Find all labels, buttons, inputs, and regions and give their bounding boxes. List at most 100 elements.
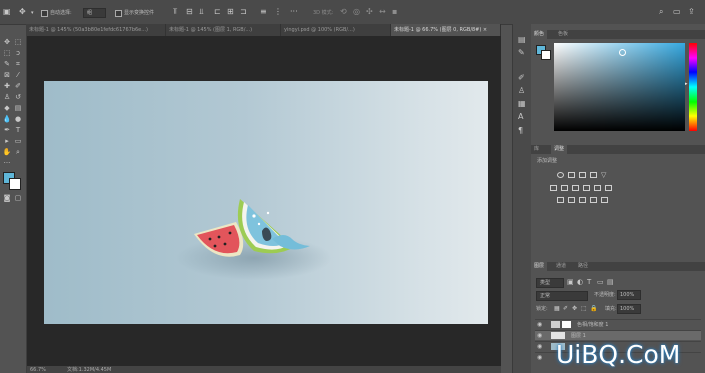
levels-icon[interactable] — [568, 172, 575, 178]
quick-select-tool-icon[interactable]: ✎ — [2, 60, 12, 68]
paragraph-panel-icon[interactable]: ¶ — [518, 127, 523, 135]
distribute-icon[interactable]: ≡ — [260, 8, 267, 16]
brush-tool-icon[interactable]: ✐ — [13, 82, 23, 90]
eye-icon[interactable]: ◉ — [537, 343, 542, 351]
zoom-level[interactable]: 66.7% — [30, 367, 46, 373]
path-select-tool-icon[interactable]: ▸ — [2, 137, 12, 145]
3d-roll-icon[interactable]: ◎ — [353, 8, 360, 16]
filter-smart-object-icon[interactable]: ▤ — [607, 278, 614, 286]
3d-scale-icon[interactable]: ▪ — [392, 8, 397, 16]
curves-icon[interactable] — [579, 172, 586, 178]
move-tool-icon[interactable]: ✥ — [19, 8, 26, 16]
chevron-down-icon[interactable]: ▾ — [31, 9, 34, 17]
clone-stamp-tool-icon[interactable]: ♙ — [2, 93, 12, 101]
layer-name[interactable]: 色相/饱和度 1 — [577, 322, 608, 328]
document-tab-active[interactable]: 未标题-1 @ 66.7% (图层 0, RGB/8#) × — [391, 24, 501, 36]
hue-saturation-icon[interactable] — [550, 185, 557, 191]
tab-libraries[interactable]: 库 — [531, 145, 542, 154]
posterize-icon[interactable] — [568, 197, 575, 203]
lock-transparent-icon[interactable]: ▦ — [554, 305, 560, 313]
exposure-icon[interactable] — [590, 172, 597, 178]
more-options-icon[interactable]: ··· — [290, 8, 298, 16]
quick-mask-icon[interactable]: ◙ — [2, 194, 12, 202]
brightness-icon[interactable] — [557, 172, 564, 178]
auto-select-dropdown[interactable]: 组 — [83, 8, 106, 18]
color-picker-field[interactable] — [554, 43, 685, 131]
crop-tool-icon[interactable]: ⌗ — [13, 60, 23, 68]
screen-mode-icon[interactable]: ▢ — [13, 194, 23, 202]
lock-image-icon[interactable]: ✐ — [563, 305, 568, 313]
document-tab[interactable]: 未标题-1 @ 145% (图层 1, RGB/...) — [166, 24, 281, 36]
character-panel-icon[interactable]: A — [518, 113, 523, 121]
filter-adjustment-icon[interactable]: ◐ — [577, 278, 583, 286]
shape-tool-icon[interactable]: ▭ — [13, 137, 23, 145]
align-left-icon[interactable]: ⊏ — [214, 8, 221, 16]
share-icon[interactable]: ⇪ — [688, 8, 695, 16]
align-horizontal-center-icon[interactable]: ⊞ — [227, 8, 234, 16]
layer-name[interactable]: 图层 1 — [571, 333, 586, 339]
background-color-swatch[interactable] — [9, 178, 21, 190]
blur-tool-icon[interactable]: 💧 — [2, 115, 12, 123]
tab-channels[interactable]: 通道 — [553, 262, 569, 271]
clone-source-icon[interactable]: ♙ — [518, 87, 525, 95]
invert-icon[interactable] — [557, 197, 564, 203]
filter-type-icon[interactable]: T — [587, 278, 591, 286]
color-balance-icon[interactable] — [561, 185, 568, 191]
opacity-field[interactable]: 100% — [617, 290, 641, 300]
dodge-tool-icon[interactable]: ● — [13, 115, 23, 123]
color-background-swatch[interactable] — [541, 50, 551, 60]
align-bottom-icon[interactable]: ⫫ — [199, 8, 204, 16]
tab-color[interactable]: 颜色 — [531, 30, 548, 39]
artboard-tool-icon[interactable]: ⬚ — [13, 38, 23, 46]
vibrance-icon[interactable]: ▽ — [601, 171, 606, 179]
eye-icon[interactable]: ◉ — [537, 332, 542, 340]
tab-paths[interactable]: 路径 — [575, 262, 591, 271]
frame-tool-icon[interactable]: ⊠ — [2, 71, 12, 79]
document-tab[interactable]: yingyi.psd @ 100% (RGB/...) — [281, 24, 391, 36]
gradient-tool-icon[interactable]: ▤ — [13, 104, 23, 112]
document-canvas[interactable] — [44, 81, 488, 324]
filter-shape-icon[interactable]: ▭ — [597, 278, 604, 286]
zoom-tool-icon[interactable]: ⌕ — [13, 148, 23, 156]
filter-pixel-icon[interactable]: ▣ — [567, 278, 574, 286]
3d-slide-icon[interactable]: ↔ — [379, 8, 386, 16]
photo-filter-icon[interactable] — [583, 185, 590, 191]
lock-position-icon[interactable]: ✥ — [572, 305, 577, 313]
healing-brush-tool-icon[interactable]: ✚ — [2, 82, 12, 90]
color-picker-cursor[interactable] — [619, 49, 626, 56]
3d-rotate-icon[interactable]: ⟲ — [340, 8, 347, 16]
tab-adjustments[interactable]: 调整 — [551, 145, 568, 154]
black-white-icon[interactable] — [572, 185, 579, 191]
3d-pan-icon[interactable]: ✣ — [366, 8, 373, 16]
swatches-icon[interactable]: ▦ — [518, 100, 526, 108]
lock-artboard-icon[interactable]: ⬚ — [581, 305, 587, 313]
lasso-tool-icon[interactable]: ↄ — [13, 49, 23, 57]
auto-select-checkbox[interactable] — [41, 10, 48, 17]
hue-slider[interactable] — [689, 43, 697, 131]
photoshop-home-icon[interactable]: ▣ — [3, 8, 11, 16]
align-vertical-center-icon[interactable]: ⊟ — [186, 8, 193, 16]
marquee-tool-icon[interactable]: ⬚ — [2, 49, 12, 57]
threshold-icon[interactable] — [579, 197, 586, 203]
pen-tool-icon[interactable]: ✒ — [2, 126, 12, 134]
hand-tool-icon[interactable]: ✋ — [2, 148, 12, 156]
color-lookup-icon[interactable] — [605, 185, 612, 191]
fill-field[interactable]: 100% — [617, 304, 641, 314]
history-panel-icon[interactable]: ▤ — [518, 36, 526, 44]
align-right-icon[interactable]: ⊐ — [240, 8, 247, 16]
selective-color-icon[interactable] — [590, 197, 597, 203]
layer-row[interactable]: ◉ 色相/饱和度 1 — [535, 319, 701, 329]
eye-icon[interactable]: ◉ — [537, 321, 542, 329]
type-tool-icon[interactable]: T — [13, 126, 23, 134]
eye-icon[interactable]: ◉ — [537, 354, 542, 362]
edit-toolbar-icon[interactable]: ··· — [2, 159, 12, 167]
document-tab[interactable]: 未标题-1 @ 145% (50a3b80e1fefdc61767b6e...) — [26, 24, 166, 36]
blend-mode-dropdown[interactable]: 正常 — [536, 291, 588, 301]
brush-settings-icon[interactable]: ✐ — [518, 74, 525, 82]
tab-swatches[interactable]: 色板 — [555, 30, 571, 39]
tab-layers[interactable]: 图层 — [531, 262, 548, 271]
search-icon[interactable]: ⌕ — [659, 8, 663, 16]
layer-kind-filter[interactable]: 类型 — [536, 278, 564, 288]
channel-mixer-icon[interactable] — [594, 185, 601, 191]
eraser-tool-icon[interactable]: ◆ — [2, 104, 12, 112]
